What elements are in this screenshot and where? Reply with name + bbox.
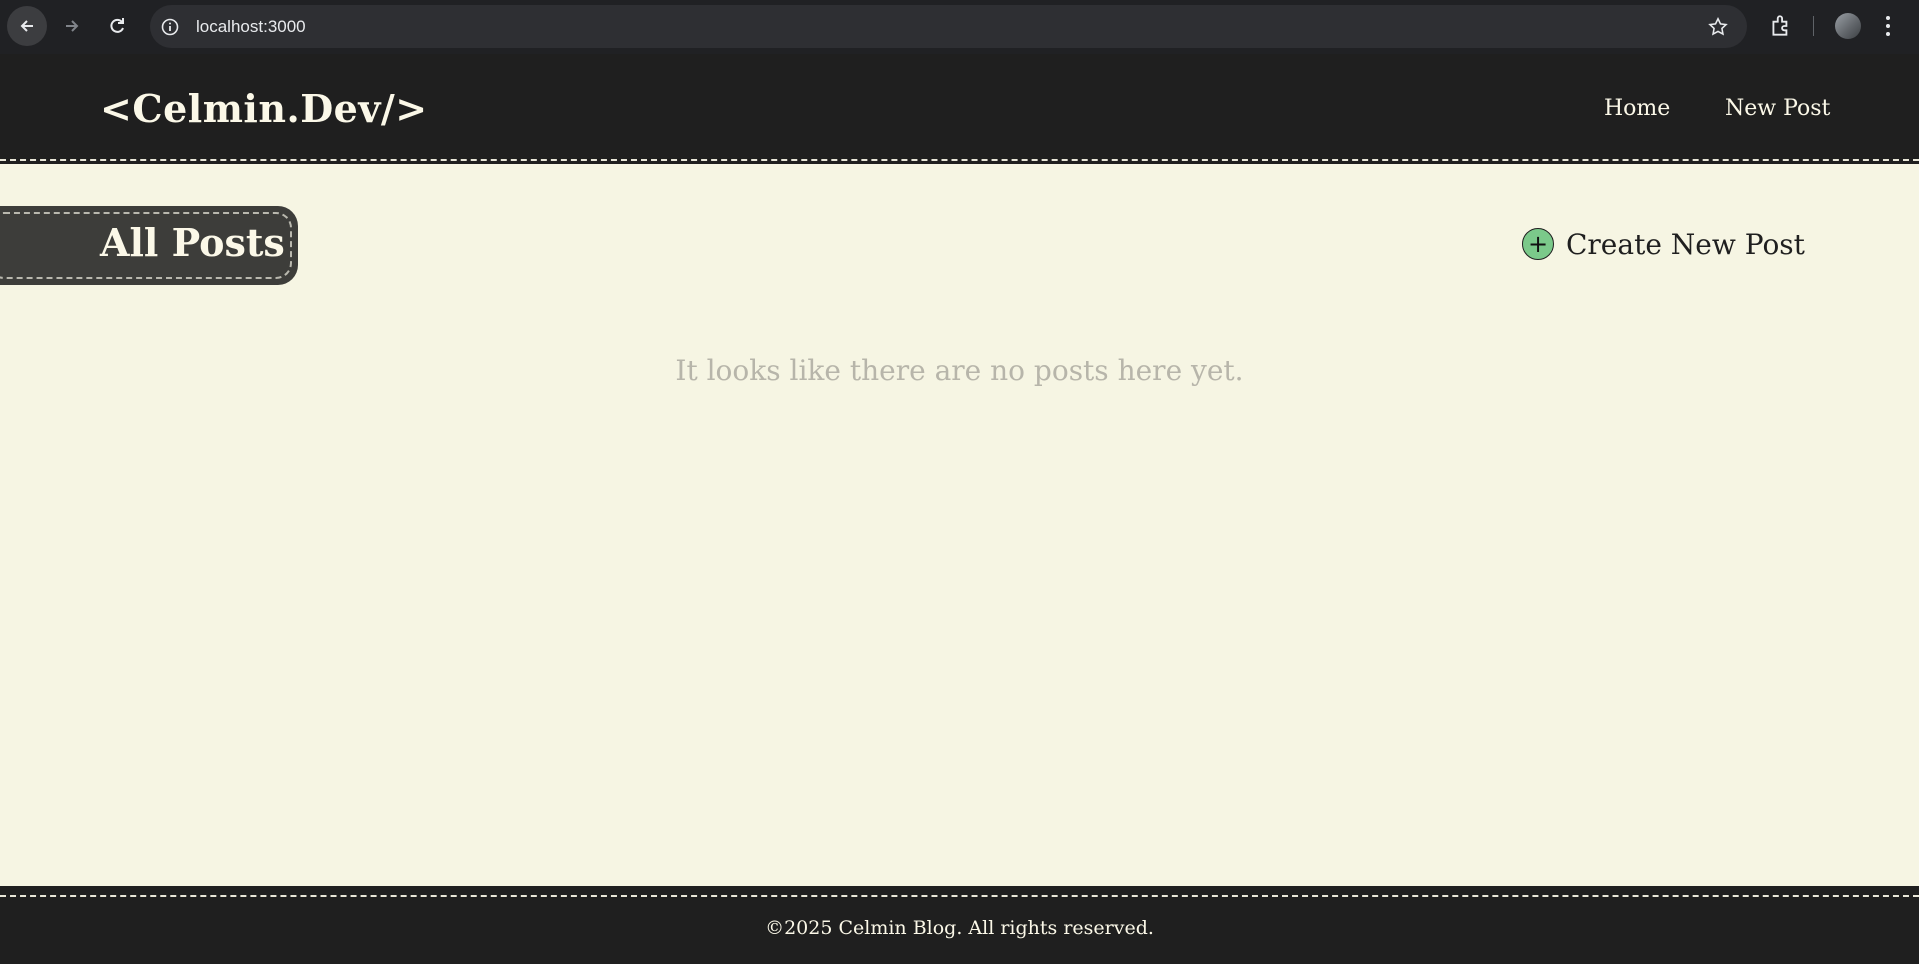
forward-arrow-icon — [66, 20, 79, 32]
star-icon[interactable] — [1707, 16, 1729, 38]
browser-toolbar: localhost:3000 — [0, 0, 1919, 54]
site-header: <Celmin.Dev/> Home New Post — [0, 54, 1919, 164]
back-arrow-icon — [20, 20, 33, 32]
create-new-post-label: Create New Post — [1566, 227, 1805, 261]
site-footer: ©2025 Celmin Blog. All rights reserved. — [0, 886, 1919, 964]
profile-avatar[interactable] — [1835, 13, 1861, 39]
forward-button[interactable] — [52, 6, 92, 46]
create-new-post-button[interactable]: + Create New Post — [1522, 227, 1805, 261]
url-text[interactable]: localhost:3000 — [196, 17, 306, 37]
header-divider — [0, 158, 1919, 164]
footer-divider — [0, 895, 1919, 897]
more-menu-icon[interactable] — [1884, 14, 1892, 38]
site-logo[interactable]: <Celmin.Dev/> — [100, 86, 428, 131]
reload-button[interactable] — [97, 6, 137, 46]
section-title-tab: All Posts — [0, 206, 298, 285]
page-title: All Posts — [100, 220, 285, 265]
empty-state-message: It looks like there are no posts here ye… — [675, 354, 1244, 387]
nav-home-link[interactable]: Home — [1604, 96, 1670, 121]
address-bar[interactable]: localhost:3000 — [150, 5, 1747, 48]
reload-icon — [110, 18, 124, 33]
nav-new-post-link[interactable]: New Post — [1725, 96, 1830, 121]
extensions-icon[interactable] — [1768, 13, 1794, 39]
back-button[interactable] — [7, 6, 47, 46]
plus-icon: + — [1522, 228, 1554, 260]
toolbar-separator — [1813, 16, 1814, 36]
footer-copyright: ©2025 Celmin Blog. All rights reserved. — [765, 917, 1154, 939]
info-icon[interactable] — [160, 17, 180, 37]
